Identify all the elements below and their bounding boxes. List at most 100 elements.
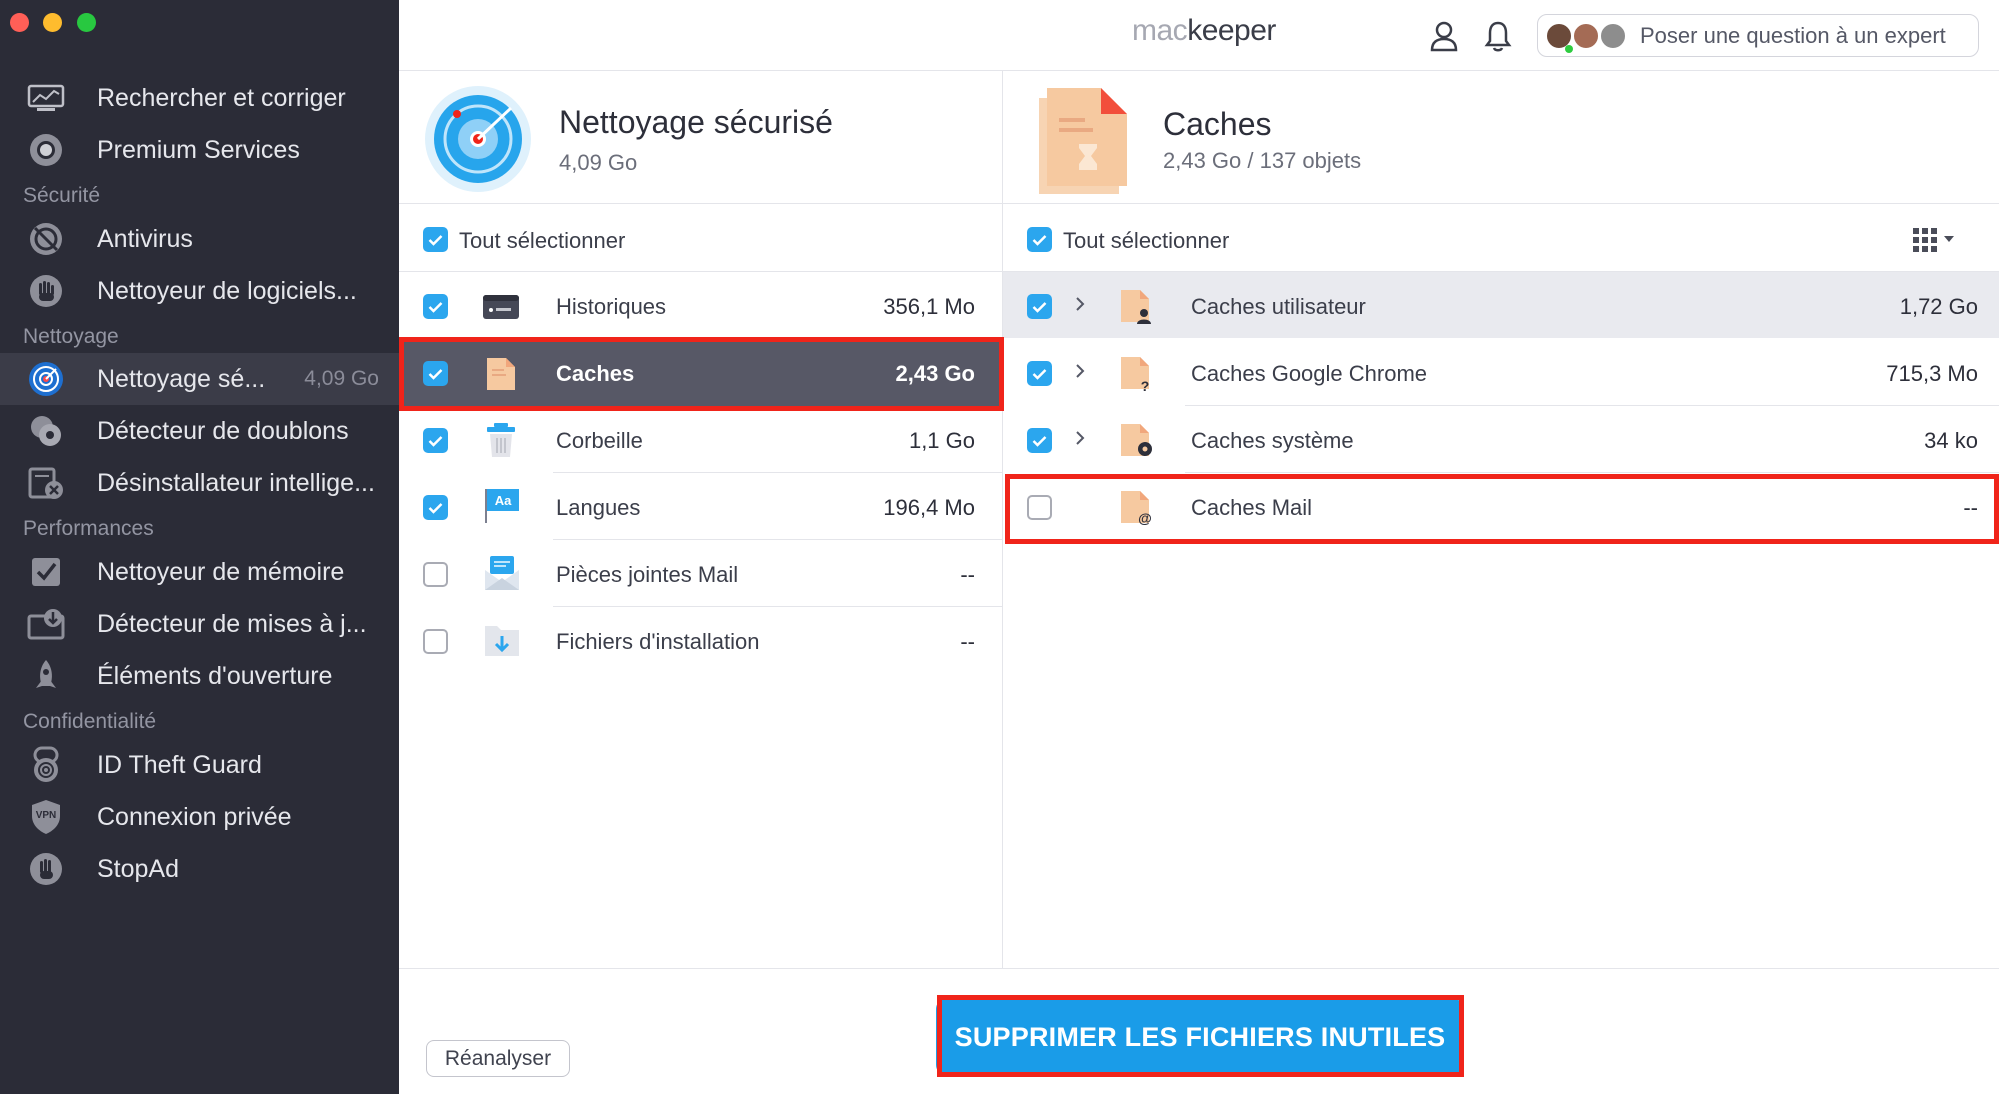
chevron-right-icon[interactable] — [1074, 294, 1086, 319]
sidebar-item-label: Nettoyeur de mémoire — [97, 557, 345, 586]
sidebar-item-ouverture[interactable]: Éléments d'ouverture — [0, 650, 399, 702]
row-label: Fichiers d'installation — [556, 629, 760, 654]
hand-stop-icon — [26, 271, 66, 311]
panel-subtitle: 2,43 Go / 137 objets — [1163, 148, 1362, 173]
row-checkbox[interactable] — [423, 428, 448, 453]
online-dot — [1565, 45, 1573, 53]
sidebar-item-id-theft[interactable]: ID Theft Guard — [0, 739, 399, 791]
row-size: 356,1 Mo — [883, 294, 975, 319]
sidebar-item-connexion-privee[interactable]: VPN Connexion privée — [0, 791, 399, 843]
sidebar-item-label: Premium Services — [97, 135, 300, 164]
sidebar-item-mises-a-jour[interactable]: Détecteur de mises à j... — [0, 598, 399, 650]
bell-icon[interactable] — [1484, 20, 1512, 57]
mackeeper-logo: mackeeper — [1132, 14, 1276, 47]
row-checkbox[interactable] — [1027, 428, 1052, 453]
row-label: Pièces jointes Mail — [556, 562, 739, 587]
sidebar-item-memoire[interactable]: Nettoyeur de mémoire — [0, 546, 399, 598]
svg-text:Aa: Aa — [495, 493, 512, 508]
zoom-window-button[interactable] — [77, 13, 96, 32]
uninstaller-icon — [26, 463, 66, 503]
select-all-label: Tout sélectionner — [459, 228, 626, 253]
svg-text:VPN: VPN — [36, 810, 57, 821]
sidebar-item-label: Désinstallateur intellige... — [97, 468, 375, 497]
trash-icon — [484, 421, 518, 464]
memory-icon — [26, 552, 66, 592]
history-icon — [481, 291, 521, 328]
annotation-highlight-caches — [399, 337, 1004, 411]
sidebar-item-nettoyeur-logiciels[interactable]: Nettoyeur de logiciels... — [0, 265, 399, 317]
sidebar-item-premium[interactable]: Premium Services — [0, 124, 399, 176]
footer-divider — [399, 968, 1999, 969]
svg-text:?: ? — [1141, 378, 1150, 392]
row-label: Corbeille — [556, 428, 643, 453]
close-window-button[interactable] — [10, 13, 29, 32]
select-all-checkbox[interactable] — [1027, 227, 1052, 252]
sidebar-item-label: StopAd — [97, 854, 180, 883]
row-checkbox[interactable] — [423, 629, 448, 654]
row-checkbox[interactable] — [423, 294, 448, 319]
user-cache-icon — [1118, 287, 1154, 330]
grid-view-icon[interactable] — [1911, 226, 1961, 259]
rescan-button[interactable]: Réanalyser — [426, 1040, 570, 1077]
section-heading: Sécurité — [23, 184, 101, 207]
stopad-hand-icon — [26, 849, 66, 889]
installer-folder-icon — [482, 622, 522, 663]
duplicates-icon — [26, 411, 66, 451]
minimize-window-button[interactable] — [43, 13, 62, 32]
sidebar-item-rechercher[interactable]: Rechercher et corriger — [0, 72, 399, 124]
annotation-highlight-delete — [937, 995, 1464, 1077]
sidebar-item-doublons[interactable]: Détecteur de doublons — [0, 405, 399, 457]
row-checkbox[interactable] — [1027, 294, 1052, 319]
sidebar-item-label: ID Theft Guard — [97, 750, 262, 779]
row-label: Caches système — [1191, 428, 1354, 453]
expert-avatar — [1599, 22, 1627, 50]
select-all-label: Tout sélectionner — [1063, 228, 1230, 253]
vpn-icon: VPN — [26, 797, 66, 837]
sidebar-item-label: Détecteur de mises à j... — [97, 609, 367, 638]
panel-title: Caches — [1163, 106, 1272, 142]
panel-size: 4,09 Go — [559, 150, 638, 175]
sidebar-item-label: Connexion privée — [97, 802, 292, 831]
chevron-right-icon[interactable] — [1074, 361, 1086, 386]
account-icon[interactable] — [1429, 20, 1459, 57]
sidebar-item-label: Rechercher et corriger — [97, 83, 346, 112]
row-checkbox[interactable] — [423, 562, 448, 587]
row-size: 1,1 Go — [908, 428, 975, 453]
row-size: 196,4 Mo — [883, 495, 975, 520]
sidebar-item-label: Détecteur de doublons — [97, 416, 349, 445]
sidebar-item-size: 4,09 Go — [304, 367, 379, 390]
system-cache-icon — [1118, 421, 1156, 464]
rocket-icon — [26, 656, 66, 696]
antivirus-icon — [26, 219, 66, 259]
annotation-highlight-caches-mail — [1005, 474, 1999, 544]
chevron-right-icon[interactable] — [1074, 428, 1086, 453]
row-size: -- — [960, 629, 975, 654]
sidebar: Rechercher et corriger Premium Services … — [0, 0, 399, 1094]
row-size: 1,72 Go — [1899, 294, 1978, 319]
sidebar-item-antivirus[interactable]: Antivirus — [0, 213, 399, 265]
row-checkbox[interactable] — [423, 495, 448, 520]
header-divider — [399, 203, 1999, 204]
row-size: -- — [960, 562, 975, 587]
support-icon — [26, 130, 66, 170]
sidebar-item-nettoyage-securise[interactable]: Nettoyage sé... 4,09 Go — [0, 353, 399, 405]
radar-icon — [26, 359, 66, 399]
sidebar-item-stopad[interactable]: StopAd — [0, 843, 399, 895]
sidebar-item-desinstallateur[interactable]: Désinstallateur intellige... — [0, 457, 399, 509]
sidebar-item-label: Antivirus — [97, 224, 193, 253]
update-icon — [26, 604, 66, 644]
row-label: Historiques — [556, 294, 667, 319]
select-all-checkbox[interactable] — [423, 227, 448, 252]
row-size: 34 ko — [1924, 428, 1978, 453]
chrome-cache-icon: ? — [1118, 354, 1154, 397]
row-label: Langues — [556, 495, 641, 520]
expert-avatar — [1572, 22, 1600, 50]
sidebar-item-label: Nettoyage sé... — [97, 364, 266, 393]
sidebar-item-label: Éléments d'ouverture — [97, 661, 333, 690]
row-size: 715,3 Mo — [1886, 361, 1978, 386]
top-bar: mackeeper Poser une question à un expert — [399, 0, 1999, 71]
ask-expert-label: Poser une question à un expert — [1640, 22, 1946, 48]
row-checkbox[interactable] — [1027, 361, 1052, 386]
ask-expert-button[interactable]: Poser une question à un expert — [1537, 14, 1979, 57]
monitor-icon — [26, 78, 66, 118]
